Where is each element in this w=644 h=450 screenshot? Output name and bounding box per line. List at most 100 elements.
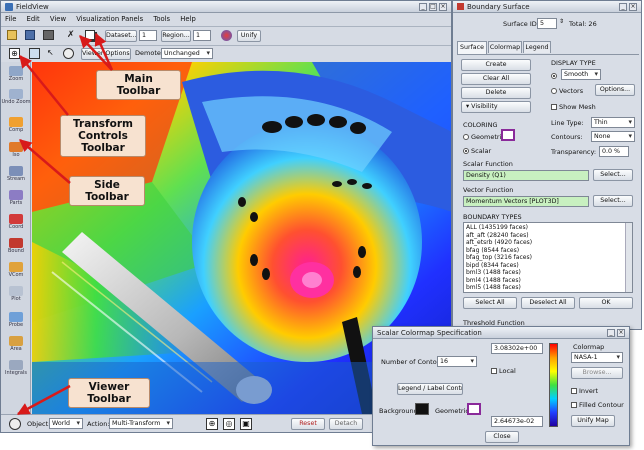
dialog-minimize-icon[interactable]: _ [607,328,615,337]
invert-checkbox[interactable]: Invert [571,387,598,395]
target-transform-icon[interactable]: ⊕ [9,48,20,59]
list-item[interactable]: bfag (8544 faces) [466,247,630,255]
side-integrals[interactable]: Integrals [1,360,31,376]
side-comp[interactable]: Comp [1,117,31,133]
list-item[interactable]: bml5 (1488 faces) [466,284,630,292]
maximize-icon[interactable]: □ [429,2,437,11]
object-select[interactable]: World [49,418,83,429]
menu-file[interactable]: File [5,15,16,23]
side-stream[interactable]: Stream [1,166,31,182]
side-vcom[interactable]: VCom [1,262,31,278]
legend-label-control-button[interactable]: Legend / Label Control [397,383,463,395]
vector-select-button[interactable]: Select... [593,195,633,207]
minimize-icon[interactable]: _ [419,2,427,11]
demote-select[interactable]: Unchanged [161,48,213,59]
snapshot-icon[interactable]: ▣ [240,418,252,430]
filled-contour-checkbox[interactable]: Filled Contour [571,401,624,409]
unify-map-button[interactable]: Unify Map [571,415,615,427]
menu-view[interactable]: View [50,15,66,23]
tab-colormap[interactable]: Colormap [488,41,522,53]
surface-id-spinner-icon[interactable]: ⇕ [559,18,564,25]
smooth-radio[interactable] [551,72,559,80]
menu-visualization-panels[interactable]: Visualization Panels [76,15,143,23]
scalar-radio[interactable]: Scalar [463,147,491,155]
side-coord[interactable]: Coord [1,214,31,230]
local-checkbox[interactable]: Local [491,367,516,375]
scalar-select-button[interactable]: Select... [593,169,633,181]
browse-button[interactable]: Browse... [571,367,623,379]
min-value-field[interactable]: 2.64673e-02 [491,416,543,427]
region-button[interactable]: Region... [161,30,191,42]
side-probe[interactable]: Probe [1,312,31,328]
pointer-icon[interactable]: ↖ [47,48,54,57]
open-file-icon[interactable] [7,30,17,40]
side-parts[interactable]: Parts [1,190,31,206]
panel-close-icon[interactable]: × [629,2,637,11]
detach-button[interactable]: Detach [329,418,363,430]
list-item[interactable]: aft_etsrb (4920 faces) [466,239,630,247]
list-item[interactable]: bml3 (1488 faces) [466,269,630,277]
zoom-box-icon[interactable] [29,48,40,59]
list-item[interactable]: aft_aft (28240 faces) [466,232,630,240]
surface-id-field[interactable]: 5 [537,18,557,29]
geometric-color-swatch[interactable] [501,129,515,141]
globe-icon[interactable] [221,30,232,41]
side-bound[interactable]: Bound [1,238,31,254]
ok-button[interactable]: OK [579,297,633,309]
dataset-button[interactable]: Dataset... [105,30,137,42]
side-zoom[interactable]: Zoom [1,66,31,82]
colormap-select[interactable]: NASA-1 [571,352,623,363]
deselect-all-button[interactable]: Deselect All [521,297,575,309]
list-item[interactable]: bipd (8344 faces) [466,262,630,270]
menu-tools[interactable]: Tools [153,15,170,23]
dialog-close-icon[interactable]: × [617,328,625,337]
probe-cursor-icon[interactable]: ✗ [67,30,75,40]
tab-legend[interactable]: Legend [523,41,551,53]
scalar-function-field[interactable]: Density (Q1) [463,170,589,181]
fit-view-icon[interactable]: ◎ [223,418,235,430]
geometric-radio[interactable]: Geometric [463,133,505,141]
geometric-dialog-swatch[interactable] [467,403,481,415]
clear-all-button[interactable]: Clear All [461,73,531,85]
visibility-toggle[interactable]: ▾ Visibility [461,101,531,113]
side-area[interactable]: Area [1,336,31,352]
center-view-icon[interactable]: ⊕ [206,418,218,430]
copy-icon[interactable] [85,30,95,40]
boundary-types-list[interactable]: ALL (1435199 faces) aft_aft (28240 faces… [463,222,633,293]
list-item[interactable]: ALL (1435199 faces) [466,224,630,232]
dataset-number-field[interactable]: 1 [139,30,157,41]
background-color-swatch[interactable] [415,403,429,415]
action-select[interactable]: Multi-Transform [109,418,173,429]
vectors-radio[interactable]: Vectors [551,87,583,95]
unify-button[interactable]: Unify [237,30,261,42]
menu-help[interactable]: Help [180,15,196,23]
transparency-field[interactable]: 0.0 % [599,146,629,157]
list-item[interactable]: bfag_top (3216 faces) [466,254,630,262]
show-mesh-checkbox[interactable]: Show Mesh [551,103,596,111]
panel-minimize-icon[interactable]: _ [619,2,627,11]
print-icon[interactable] [43,30,54,40]
menu-edit[interactable]: Edit [27,15,40,23]
line-type-select[interactable]: Thin [591,117,635,128]
options-button[interactable]: Options... [595,84,635,96]
boundary-list-scrollbar[interactable] [625,223,632,292]
side-undo-zoom[interactable]: Undo Zoom [1,89,31,105]
create-button[interactable]: Create [461,59,531,71]
display-type-select[interactable]: Smooth [561,69,601,80]
num-contours-select[interactable]: 16 [437,356,477,367]
select-all-button[interactable]: Select All [463,297,517,309]
rotate-icon[interactable] [63,48,74,59]
vector-function-field[interactable]: Momentum Vectors [PLOT3D] [463,196,589,207]
reset-button[interactable]: Reset [291,418,325,430]
region-number-field[interactable]: 1 [193,30,211,41]
side-plot[interactable]: Plot [1,286,31,302]
max-value-field[interactable]: 3.08302e+00 [491,343,543,354]
viewer-options-button[interactable]: Viewer Options... [81,48,131,60]
viewer-mode-icon[interactable] [9,418,21,430]
side-iso[interactable]: Iso [1,142,31,158]
colormap-gradient-bar[interactable] [549,343,558,427]
tab-surface[interactable]: Surface [457,41,487,54]
contours-select[interactable]: None [591,131,635,142]
save-icon[interactable] [25,30,35,40]
list-item[interactable]: bml4 (1488 faces) [466,277,630,285]
